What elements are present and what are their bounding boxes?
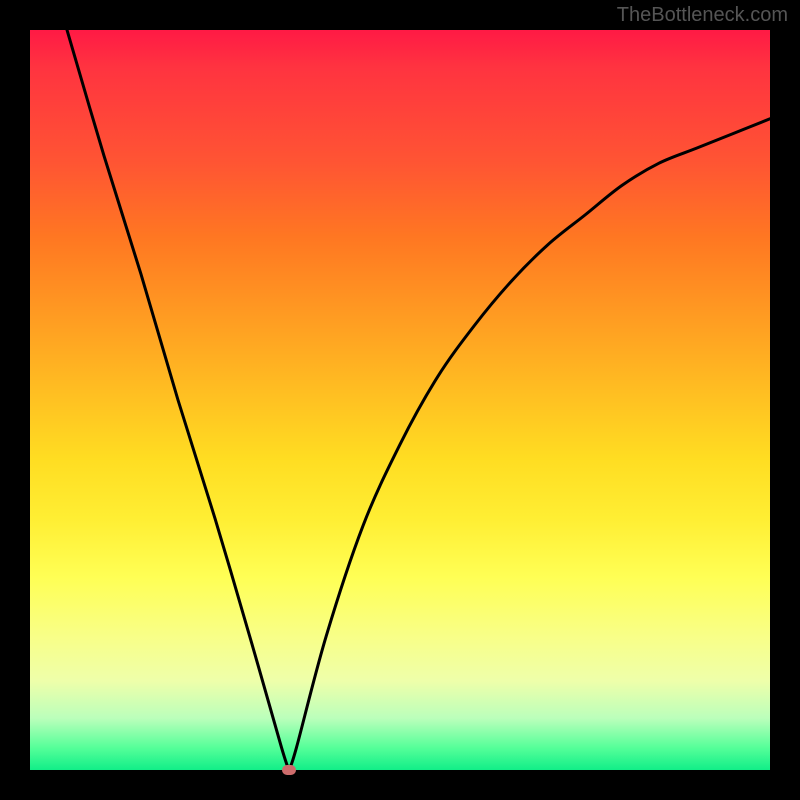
bottleneck-curve	[30, 30, 770, 770]
chart-plot-area	[30, 30, 770, 770]
watermark-text: TheBottleneck.com	[617, 4, 788, 27]
optimal-point-marker	[282, 765, 296, 775]
